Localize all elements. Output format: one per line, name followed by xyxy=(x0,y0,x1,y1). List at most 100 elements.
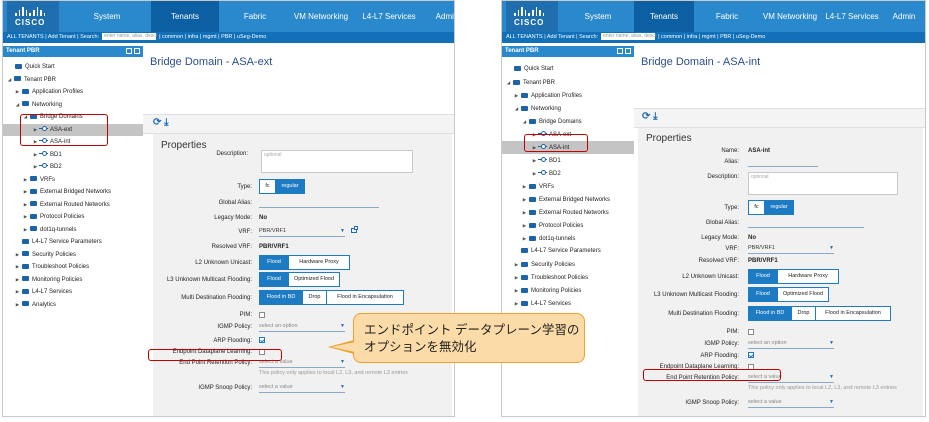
l2-flood-option[interactable]: Flood xyxy=(259,255,289,270)
expanded-icon[interactable]: ◢ xyxy=(522,115,527,128)
tree-item-bridge-domains[interactable]: ◢ Bridge Domains xyxy=(502,115,634,128)
collapsed-icon[interactable]: ▶ xyxy=(23,174,28,187)
tenant-link-pbr[interactable]: PBR xyxy=(221,34,232,40)
collapsed-icon[interactable]: ▶ xyxy=(522,219,527,232)
collapsed-icon[interactable]: ▶ xyxy=(514,284,519,297)
collapsed-icon[interactable]: ▶ xyxy=(15,86,20,99)
tree-item-l4-l7-service-parameters[interactable]: L4-L7 Service Parameters xyxy=(502,245,634,258)
tenant-link-common[interactable]: common xyxy=(162,34,183,40)
tree-item-networking[interactable]: ◢ Networking xyxy=(3,99,143,112)
tree-item-external-routed-networks[interactable]: ▶ External Routed Networks xyxy=(3,199,143,212)
collapsed-icon[interactable]: ▶ xyxy=(532,154,537,167)
tab-fabric[interactable]: Fabric xyxy=(694,1,760,32)
collapsed-icon[interactable]: ▶ xyxy=(15,249,20,262)
all-tenants-link[interactable]: ALL TENANTS xyxy=(506,34,543,40)
tenant-link-infra[interactable]: infra xyxy=(188,34,199,40)
tree-item-bd1[interactable]: ▶ BD1 xyxy=(3,149,143,162)
tree-item-bd2[interactable]: ▶ BD2 xyxy=(502,167,634,180)
expanded-icon[interactable]: ◢ xyxy=(15,99,20,112)
tree-item-networking[interactable]: ◢ Networking xyxy=(502,102,634,115)
tenant-link-mgmt[interactable]: mgmt xyxy=(203,34,217,40)
tree-item-dot1q-tunnels[interactable]: ▶ dot1q-tunnels xyxy=(3,224,143,237)
tree-item-monitoring-policies[interactable]: ▶ Monitoring Policies xyxy=(502,284,634,297)
tab-tenants[interactable]: Tenants xyxy=(634,1,694,32)
drop-option[interactable]: Drop xyxy=(791,306,816,321)
description-textarea[interactable]: optional xyxy=(748,172,898,195)
arp-flooding-checkbox[interactable] xyxy=(748,352,754,358)
tree-expand-icon[interactable] xyxy=(625,48,631,54)
all-tenants-link[interactable]: ALL TENANTS xyxy=(7,34,44,40)
tab-vm-networking[interactable]: VM Networking xyxy=(760,1,820,32)
collapsed-icon[interactable]: ▶ xyxy=(522,180,527,193)
l2-flood-option[interactable]: Flood xyxy=(748,269,778,284)
tab-tenants[interactable]: Tenants xyxy=(151,1,219,32)
tree-item-bd2[interactable]: ▶ BD2 xyxy=(3,161,143,174)
l2-hardware-proxy-option[interactable]: Hardware Proxy xyxy=(777,269,839,284)
tab-system[interactable]: System xyxy=(562,1,634,32)
tree-collapse-icon[interactable] xyxy=(617,48,623,54)
tenant-link-pbr[interactable]: PBR xyxy=(720,34,731,40)
add-tenant-link[interactable]: Add Tenant xyxy=(547,34,575,40)
drop-option[interactable]: Drop xyxy=(302,290,327,305)
cisco-logo[interactable]: CISCO xyxy=(506,1,558,32)
collapsed-icon[interactable]: ▶ xyxy=(15,261,20,274)
refresh-icon[interactable]: ⟳ xyxy=(153,117,161,128)
global-alias-input[interactable] xyxy=(259,207,379,208)
expanded-icon[interactable]: ◢ xyxy=(7,74,12,87)
tab-system[interactable]: System xyxy=(63,1,151,32)
l3-optimized-flood-option[interactable]: Optimized Flood xyxy=(288,272,340,287)
description-textarea[interactable]: optional xyxy=(261,150,413,173)
alias-input[interactable] xyxy=(748,166,818,167)
tab-vm-networking[interactable]: VM Networking xyxy=(291,1,351,32)
tenant-search-input[interactable]: enter name, alias, descr xyxy=(601,33,656,41)
l3-flood-option[interactable]: Flood xyxy=(259,272,289,287)
tenant-link-common[interactable]: common xyxy=(661,34,682,40)
tree-item-l4-l7-services[interactable]: ▶ L4-L7 Services xyxy=(3,286,143,299)
type-fc-option[interactable]: fc xyxy=(748,200,765,215)
tree-item-bd1[interactable]: ▶ BD1 xyxy=(502,154,634,167)
collapsed-icon[interactable]: ▶ xyxy=(23,199,28,212)
collapsed-icon[interactable]: ▶ xyxy=(23,186,28,199)
tree-item-vrfs[interactable]: ▶ VRFs xyxy=(502,180,634,193)
tree-collapse-icon[interactable] xyxy=(126,48,132,54)
type-regular-option[interactable]: regular xyxy=(764,200,794,215)
tree-item-application-profiles[interactable]: ▶ Application Profiles xyxy=(3,86,143,99)
expanded-icon[interactable]: ◢ xyxy=(506,76,511,89)
tree-item-l4-l7-service-parameters[interactable]: L4-L7 Service Parameters xyxy=(3,236,143,249)
global-alias-input[interactable] xyxy=(748,227,864,228)
igmp-snoop-policy-select[interactable]: select a value ▼ xyxy=(259,384,345,393)
tree-item-tenant-pbr[interactable]: ◢ Tenant PBR xyxy=(3,74,143,87)
tree-item-quick-start[interactable]: Quick Start xyxy=(3,61,143,74)
collapsed-icon[interactable]: ▶ xyxy=(514,258,519,271)
collapsed-icon[interactable]: ▶ xyxy=(522,193,527,206)
flood-in-encapsulation-option[interactable]: Flood in Encapsulation xyxy=(815,306,891,321)
vrf-select[interactable]: PBR/VRF1 ▼ xyxy=(748,245,834,254)
l3-optimized-flood-option[interactable]: Optimized Flood xyxy=(777,287,829,302)
type-regular-option[interactable]: regular xyxy=(275,179,305,194)
pim-checkbox[interactable] xyxy=(748,329,754,335)
igmp-policy-select[interactable]: select an option ▼ xyxy=(259,323,345,332)
collapsed-icon[interactable]: ▶ xyxy=(532,167,537,180)
collapsed-icon[interactable]: ▶ xyxy=(514,89,519,102)
refresh-icon[interactable]: ⟳ xyxy=(642,111,650,122)
arp-flooding-checkbox[interactable] xyxy=(259,337,265,343)
pim-checkbox[interactable] xyxy=(259,312,265,318)
tree-item-l4-l7-services[interactable]: ▶ L4-L7 Services xyxy=(502,297,634,310)
tree-item-security-policies[interactable]: ▶ Security Policies xyxy=(3,249,143,262)
flood-in-encapsulation-option[interactable]: Flood in Encapsulation xyxy=(326,290,404,305)
tree-item-vrfs[interactable]: ▶ VRFs xyxy=(3,174,143,187)
collapsed-icon[interactable]: ▶ xyxy=(33,149,38,162)
download-icon[interactable]: ⤓ xyxy=(653,111,657,122)
l3-flood-option[interactable]: Flood xyxy=(748,287,778,302)
add-tenant-link[interactable]: Add Tenant xyxy=(48,34,76,40)
collapsed-icon[interactable]: ▶ xyxy=(514,297,519,310)
tree-item-external-routed-networks[interactable]: ▶ External Routed Networks xyxy=(502,206,634,219)
collapsed-icon[interactable]: ▶ xyxy=(514,271,519,284)
tab-admin[interactable]: Admin xyxy=(427,1,454,32)
type-fc-option[interactable]: fc xyxy=(259,179,276,194)
tab-fabric[interactable]: Fabric xyxy=(219,1,291,32)
tree-item-monitoring-policies[interactable]: ▶ Monitoring Policies xyxy=(3,274,143,287)
tree-item-external-bridged-networks[interactable]: ▶ External Bridged Networks xyxy=(502,193,634,206)
flood-in-bd-option[interactable]: Flood in BD xyxy=(259,290,303,305)
tab-l4-l7-services[interactable]: L4-L7 Services xyxy=(820,1,884,32)
